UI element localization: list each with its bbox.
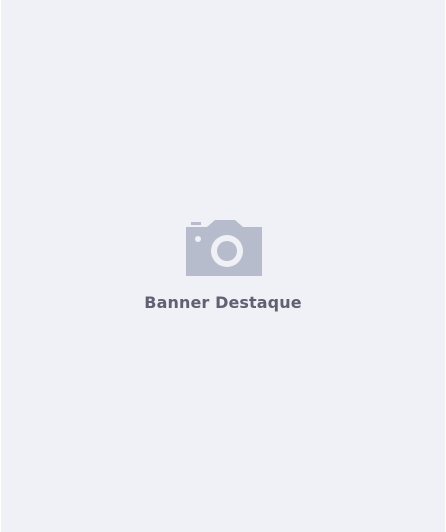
banner-label: Banner Destaque (144, 293, 302, 312)
camera-icon (186, 220, 262, 276)
banner-placeholder: Banner Destaque (1, 0, 445, 532)
